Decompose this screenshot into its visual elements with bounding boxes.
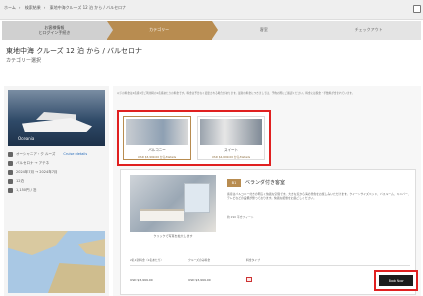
category-name: スイート xyxy=(224,148,238,152)
room-size: 約 290 平方フィート xyxy=(227,215,254,219)
calendar-icon xyxy=(8,170,13,175)
room-title: ベランダ付き客室 xyxy=(245,180,286,186)
route: バルセロナ → アテネ xyxy=(16,161,50,165)
fare-price-cruise-only: USD $3,999.00 xyxy=(188,277,211,282)
step-checkout: チェックアウト xyxy=(316,21,421,40)
booking-steps: お客様情報 とログイン手続き カテゴリー 客室 チェックアウト xyxy=(2,21,421,40)
step-label: お客様情報 とログイン手続き xyxy=(38,24,71,35)
category-card-suite[interactable]: スイート USD $4,699.00 から/Details xyxy=(197,116,265,160)
fare-header-col xyxy=(356,258,410,262)
category-price: USD $4,699.00 から/Details xyxy=(211,155,251,159)
category-image xyxy=(200,119,262,145)
stateroom-panel: クリックで写真を拡大します B1 ベランダ付き客室 客室はバルコニー付きの明るく… xyxy=(120,169,416,295)
category-price: USD $3,999.00 から/Details xyxy=(137,155,177,159)
page-title: 東地中海 クルーズ 12 泊 から / バルセロナ xyxy=(6,47,143,55)
breadcrumb-home[interactable]: ホーム xyxy=(4,5,16,10)
dates: 2024年7月 → 2024年7月 xyxy=(16,170,58,174)
nights: 12泊 xyxy=(16,179,24,183)
cruise-summary: Oceania オーシャニア・ク ルーズ Cruise details バルセロ… xyxy=(4,86,109,296)
category-image xyxy=(126,119,188,145)
fare-header-col: 2名1室料金（1名あたり） xyxy=(130,258,164,262)
price-icon xyxy=(8,188,13,193)
moon-icon xyxy=(8,179,13,184)
category-list: バルコニー USD $3,999.00 から/Details スイート USD … xyxy=(117,110,271,166)
ship-label: Oceania xyxy=(18,136,35,141)
price-notice: 以下の料金は2名様1室ご利用時の1名様あたりの料金です。料金は予告なく変更される… xyxy=(117,92,355,95)
step-label: チェックアウト xyxy=(354,27,383,33)
info-row-cruise-line: オーシャニア・ク ルーズ Cruise details xyxy=(8,152,105,157)
step-category: カテゴリー xyxy=(106,21,218,40)
cruise-line: オーシャニア・ク ルーズ xyxy=(16,152,56,156)
top-bar: ホーム › 検索結果 › 東地中海クルーズ 12 泊 から / バルセロナ xyxy=(0,0,423,20)
info-row-route: バルセロナ → アテネ xyxy=(8,161,105,166)
ship-icon xyxy=(8,152,13,157)
cruise-details-link[interactable]: Cruise details xyxy=(63,152,87,157)
info-row-price: 1,150円 / 泊 xyxy=(8,188,105,193)
fare-header-col: クルーズのみ料金 xyxy=(188,258,211,262)
info-row-nights: 12泊 xyxy=(8,179,105,184)
category-card-balcony[interactable]: バルコニー USD $3,999.00 から/Details xyxy=(123,116,191,160)
breadcrumb-current: 東地中海クルーズ 12 泊 から / バルセロナ xyxy=(49,5,127,10)
book-now-button[interactable]: Book Now xyxy=(379,275,413,286)
room-code-badge: B1 xyxy=(227,179,241,187)
breadcrumb: ホーム › 検索結果 › 東地中海クルーズ 12 泊 から / バルセロナ xyxy=(4,5,127,10)
page-subtitle: カテゴリー選択 xyxy=(6,58,42,64)
stateroom-photo[interactable] xyxy=(130,175,216,232)
step-label: カテゴリー xyxy=(149,27,170,33)
fare-price: USD $3,999.00 xyxy=(130,277,153,282)
cruise-info: オーシャニア・ク ルーズ Cruise details バルセロナ → アテネ … xyxy=(8,152,105,197)
window-icon[interactable] xyxy=(413,5,421,13)
info-row-dates: 2024年7月 → 2024年7月 xyxy=(8,170,105,175)
photo-caption: クリックで写真を拡大します xyxy=(153,234,193,238)
ship-photo: Oceania xyxy=(8,90,105,146)
step-stateroom: 客室 xyxy=(211,21,317,40)
step-guest-info[interactable]: お客様情報 とログイン手続き xyxy=(2,21,113,40)
route-map xyxy=(8,231,105,293)
breadcrumb-search[interactable]: 検索結果 xyxy=(25,5,41,10)
fare-header-col: 料金タイプ xyxy=(246,258,260,262)
fare-table-header: 2名1室料金（1名あたり） クルーズのみ料金 料金タイプ xyxy=(130,258,410,266)
location-icon xyxy=(8,161,13,166)
fare-select-checkbox[interactable] xyxy=(246,277,252,282)
category-name: バルコニー xyxy=(148,148,166,152)
book-now-highlight: Book Now xyxy=(374,270,418,291)
step-label: 客室 xyxy=(259,27,268,33)
per-night-price: 1,150円 / 泊 xyxy=(16,188,37,192)
room-description: 客室はバルコニー付きの明るく快適な空間です。大きな窓から海の景色をお楽しみいただ… xyxy=(227,192,411,201)
fare-type-cell xyxy=(246,277,356,282)
fare-row: USD $3,999.00 USD $3,999.00 xyxy=(130,277,410,282)
